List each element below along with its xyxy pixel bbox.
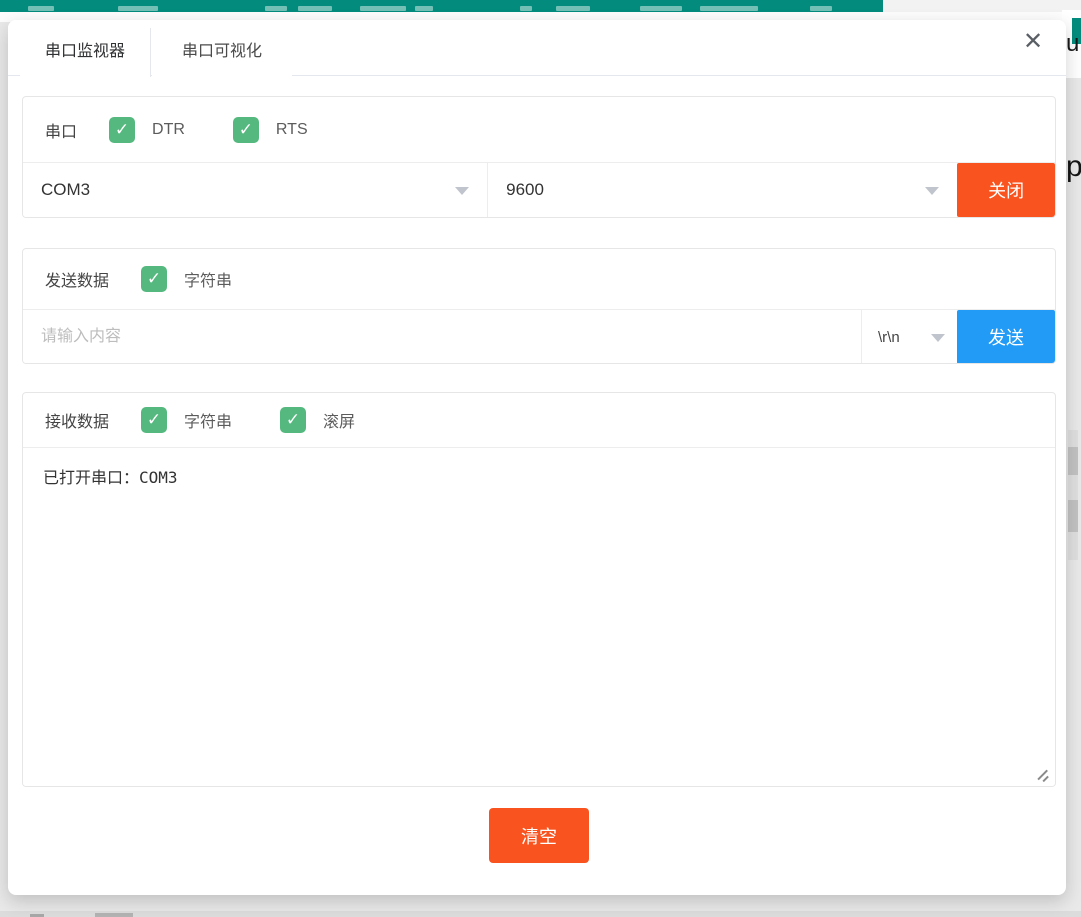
resize-handle-icon[interactable] [1036,768,1049,781]
background-cropped-element [95,913,133,917]
background-page-area [883,0,1081,12]
checkbox-checked-icon: ✓ [141,407,167,433]
serial-port-section: 串口 ✓ DTR ✓ RTS COM3 9600 关闭 [22,96,1056,218]
checkbox-checked-icon: ✓ [109,117,135,143]
dtr-checkbox-group[interactable]: ✓ DTR [109,117,185,143]
send-data-title: 发送数据 [45,267,109,291]
close-icon[interactable]: ✕ [1020,29,1046,55]
receive-string-checkbox-group[interactable]: ✓ 字符串 [141,407,232,433]
tab-serial-visualization[interactable]: 串口可视化 [152,28,292,77]
background-scrollbar-thumb[interactable] [1068,500,1078,532]
send-data-row: \r\n 发送 [23,310,1055,364]
chevron-down-icon [925,187,939,195]
rts-checkbox-label: RTS [276,121,308,139]
checkbox-checked-icon: ✓ [141,266,167,292]
line-ending-select[interactable]: \r\n [861,310,957,364]
background-cropped-text: p [1066,150,1081,190]
background-scrollbar-thumb[interactable] [1068,447,1078,475]
send-data-header: 发送数据 ✓ 字符串 [23,249,1055,310]
receive-data-title: 接收数据 [45,408,109,432]
toolbar-cropped-text [520,6,532,11]
tab-serial-monitor[interactable]: 串口监视器 [20,28,151,77]
toolbar-cropped-text [556,6,590,11]
rts-checkbox-group[interactable]: ✓ RTS [233,117,308,143]
toolbar-cropped-text [415,6,433,11]
send-string-checkbox-group[interactable]: ✓ 字符串 [141,266,232,292]
port-select[interactable]: COM3 [23,163,488,217]
receive-output-area[interactable]: 已打开串口：COM3 [23,448,1055,787]
send-button[interactable]: 发送 [957,310,1055,364]
chevron-down-icon [455,187,469,195]
serial-port-row: COM3 9600 关闭 [23,163,1055,217]
close-port-button[interactable]: 关闭 [957,163,1055,217]
chevron-down-icon [931,334,945,342]
toolbar-cropped-text [810,6,832,11]
clear-button[interactable]: 清空 [489,808,589,863]
port-select-value: COM3 [41,180,90,200]
background-cropped-text: u [1066,30,1081,58]
receive-data-section: 接收数据 ✓ 字符串 ✓ 滚屏 已打开串口：COM3 [22,392,1056,787]
dialog-tabs-bar: 串口监视器 串口可视化 ✕ [8,20,1066,76]
serial-port-title: 串口 [45,118,77,142]
toolbar-cropped-text [28,6,54,11]
send-input[interactable] [23,310,861,364]
baud-select-value: 9600 [506,180,544,200]
toolbar-cropped-text [360,6,406,11]
send-data-section: 发送数据 ✓ 字符串 \r\n 发送 [22,248,1056,364]
autoscroll-checkbox-label: 滚屏 [323,408,355,432]
background-bottom-strip [0,911,1081,917]
serial-monitor-dialog: 串口监视器 串口可视化 ✕ 串口 ✓ DTR ✓ RTS COM3 9600 [8,20,1066,895]
toolbar-cropped-text [640,6,682,11]
checkbox-checked-icon: ✓ [233,117,259,143]
receive-data-header: 接收数据 ✓ 字符串 ✓ 滚屏 [23,393,1055,448]
toolbar-cropped-text [298,6,332,11]
line-ending-value: \r\n [878,329,900,346]
toolbar-cropped-text [700,6,758,11]
baud-select[interactable]: 9600 [488,163,957,217]
receive-string-checkbox-label: 字符串 [184,408,232,432]
receive-output-text: 已打开串口：COM3 [43,468,178,487]
toolbar-cropped-text [118,6,158,11]
dtr-checkbox-label: DTR [152,121,185,139]
toolbar-cropped-text [265,6,287,11]
serial-port-header: 串口 ✓ DTR ✓ RTS [23,97,1055,163]
checkbox-checked-icon: ✓ [280,407,306,433]
autoscroll-checkbox-group[interactable]: ✓ 滚屏 [280,407,355,433]
background-toolbar [0,0,883,12]
send-string-checkbox-label: 字符串 [184,267,232,291]
